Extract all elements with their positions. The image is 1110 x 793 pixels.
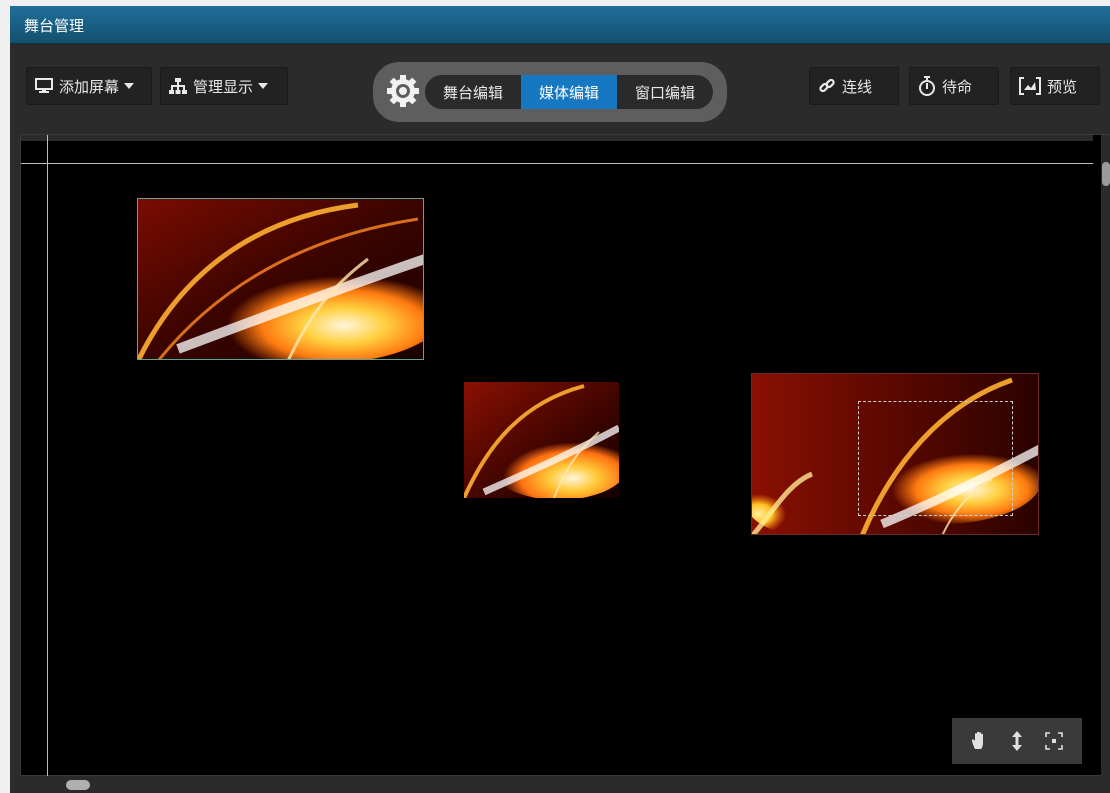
horizontal-scrollbar[interactable] [10, 776, 1110, 793]
gear-icon[interactable] [385, 73, 421, 109]
abstract-flame-image [138, 199, 423, 359]
standby-label: 待命 [942, 77, 973, 96]
move-up-down-icon[interactable] [1006, 730, 1028, 752]
horizontal-ruler [21, 135, 1093, 141]
abstract-flame-image [464, 382, 619, 498]
chevron-down-icon [124, 83, 135, 89]
vertical-scroll-thumb[interactable] [1102, 162, 1110, 186]
tab-window-edit[interactable]: 窗口编辑 [617, 75, 713, 109]
preview-icon [1019, 77, 1041, 95]
media-window-3[interactable] [751, 373, 1039, 535]
title-bar: 舞台管理 [10, 6, 1110, 44]
horizontal-scroll-thumb[interactable] [66, 780, 90, 790]
mode-tabs: 舞台编辑 媒体编辑 窗口编辑 [425, 75, 713, 109]
tab-media-edit[interactable]: 媒体编辑 [521, 75, 617, 109]
stage-manager-window: 舞台管理 添加屏幕 管理显示 舞台编辑 媒体编辑 窗口编辑 连线 待命 预览 [10, 6, 1110, 793]
stage-canvas[interactable] [20, 134, 1110, 777]
standby-button[interactable]: 待命 [909, 67, 999, 105]
tab-stage-edit[interactable]: 舞台编辑 [425, 75, 521, 109]
chevron-down-icon [258, 83, 269, 89]
horizontal-guide-line [21, 163, 1093, 164]
media-window-2[interactable] [464, 382, 619, 498]
manage-display-label: 管理显示 [193, 77, 254, 96]
toolbar: 添加屏幕 管理显示 舞台编辑 媒体编辑 窗口编辑 连线 待命 预览 [10, 45, 1110, 129]
view-tools-panel [952, 718, 1082, 764]
window-title: 舞台管理 [24, 17, 85, 35]
selection-box[interactable] [858, 401, 1013, 516]
connect-label: 连线 [842, 77, 873, 96]
connect-button[interactable]: 连线 [809, 67, 899, 105]
link-icon [818, 77, 836, 95]
manage-display-button[interactable]: 管理显示 [160, 67, 288, 105]
preview-label: 预览 [1047, 77, 1078, 96]
hierarchy-icon [169, 77, 187, 95]
preview-button[interactable]: 预览 [1010, 67, 1100, 105]
vertical-scrollbar[interactable] [1101, 135, 1110, 777]
vertical-guide-line [47, 135, 48, 777]
fit-to-screen-icon[interactable] [1043, 730, 1065, 752]
hand-icon[interactable] [969, 730, 991, 752]
add-screen-button[interactable]: 添加屏幕 [26, 67, 152, 105]
edit-mode-group: 舞台编辑 媒体编辑 窗口编辑 [373, 62, 727, 122]
stopwatch-icon [918, 76, 936, 96]
monitor-icon [35, 78, 53, 94]
add-screen-label: 添加屏幕 [59, 77, 120, 96]
media-window-1[interactable] [137, 198, 424, 360]
